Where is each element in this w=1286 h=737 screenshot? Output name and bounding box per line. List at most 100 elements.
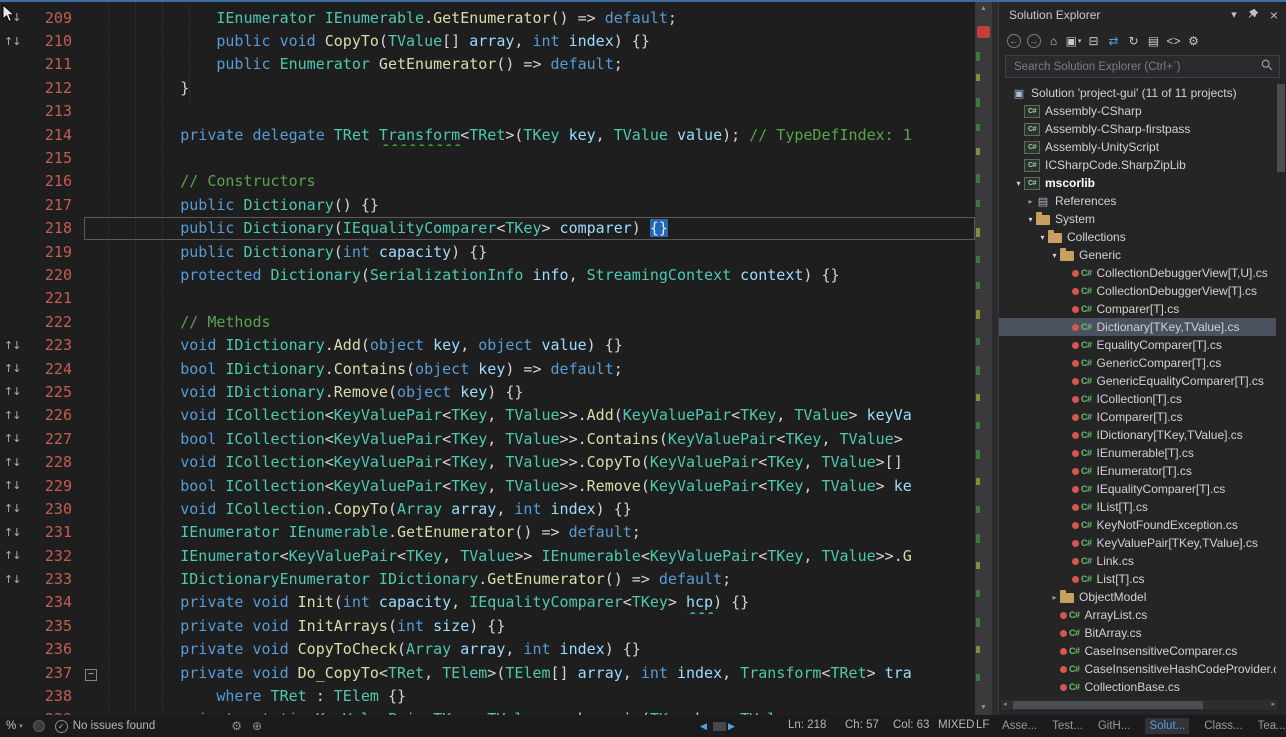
line-number[interactable]: 215 [28,149,84,167]
tree-item[interactable]: C#BitArray.cs [999,624,1276,642]
tree-horizontal-scrollbar[interactable]: ◂ ▸ [1001,700,1277,710]
code-line[interactable]: 237private void Do_CopyTo<TRet, TElem>(T… [0,661,975,684]
fold-collapse-icon[interactable]: − [85,669,97,681]
tree-item[interactable]: ▸▤References [999,192,1276,210]
line-number[interactable]: 234 [28,593,84,611]
tree-item[interactable]: C#IList[T].cs [999,498,1276,516]
show-all-files-icon[interactable]: ▤ [1144,31,1163,50]
tree-item[interactable]: C#KeyValuePair[TKey,TValue].cs [999,534,1276,552]
window-menu-icon[interactable]: ▾ [1231,10,1237,21]
code-line[interactable]: ↑↓224bool IDictionary.Contains(object ke… [0,357,975,380]
tools-icon[interactable]: ⚙ [231,719,242,733]
tree-item[interactable]: C#CollectionDebuggerView[T,U].cs [999,264,1276,282]
line-number[interactable]: 228 [28,453,84,471]
code-line[interactable]: 236private void CopyToCheck(Array array,… [0,638,975,661]
implements-arrows-icon[interactable]: ↑↓ [0,502,28,515]
line-number[interactable]: 221 [28,289,84,307]
code-line[interactable]: ↑↓228void ICollection<KeyValuePair<TKey,… [0,450,975,473]
status-circle-icon[interactable] [33,720,45,732]
code-editor[interactable]: ↑↓209IEnumerator IEnumerable.GetEnumerat… [0,2,992,715]
code-line[interactable]: 216// Constructors [0,170,975,193]
code-text[interactable]: private void Init(int capacity, IEqualit… [84,591,975,614]
code-text[interactable]: private void Do_CopyTo<TRet, TElem>(TEle… [84,661,975,684]
tree-item[interactable]: C#IComparer[T].cs [999,408,1276,426]
collapse-all-icon[interactable]: ⊟ [1084,31,1103,50]
properties-icon[interactable]: ⚙ [1184,31,1203,50]
caret-column-indicator[interactable]: Col: 63 [893,719,929,731]
code-text[interactable]: IEnumerator IEnumerable.GetEnumerator() … [84,521,975,544]
tree-item[interactable]: ▸ObjectModel [999,588,1276,606]
panel-tab[interactable]: Solut... [1145,718,1189,734]
code-text[interactable]: void IDictionary.Remove(object key) {} [84,380,975,403]
line-number[interactable]: 223 [28,336,84,354]
line-number[interactable]: 211 [28,55,84,73]
line-number[interactable]: 212 [28,79,84,97]
home-icon[interactable]: ⌂ [1044,31,1063,50]
search-icon[interactable] [1261,59,1273,74]
tree-item[interactable]: C#GenericComparer[T].cs [999,354,1276,372]
panel-tab[interactable]: Asse... [1002,720,1037,732]
tree-item[interactable]: C#Assembly-CSharp [999,102,1276,120]
line-number[interactable]: 222 [28,313,84,331]
code-line[interactable]: 235private void InitArrays(int size) {} [0,614,975,637]
line-number[interactable]: 236 [28,640,84,658]
code-line[interactable]: ↑↓225void IDictionary.Remove(object key)… [0,380,975,403]
code-text[interactable] [84,287,975,310]
code-text[interactable]: private delegate TRet Transform<TRet>(TK… [84,123,975,146]
code-text[interactable]: IEnumerator IEnumerable.GetEnumerator() … [84,6,975,29]
code-line[interactable]: 220protected Dictionary(SerializationInf… [0,263,975,286]
tree-item[interactable]: C#EqualityComparer[T].cs [999,336,1276,354]
chevron-expanded-icon[interactable]: ▾ [1037,233,1048,242]
line-number[interactable]: 213 [28,102,84,120]
tree-item[interactable]: C#List[T].cs [999,570,1276,588]
code-line[interactable]: 213 [0,100,975,123]
caret-char-indicator[interactable]: Ch: 57 [845,719,879,731]
tree-item[interactable]: C#Assembly-UnityScript [999,138,1276,156]
scrollbar-down-icon[interactable]: ▼ [975,701,992,715]
pin-icon[interactable] [1248,8,1259,22]
code-line[interactable]: 211public Enumerator GetEnumerator() => … [0,53,975,76]
chevron-collapsed-icon[interactable]: ▸ [1049,593,1060,602]
tree-item[interactable]: C#ArrayList.cs [999,606,1276,624]
line-number[interactable]: 227 [28,430,84,448]
code-line[interactable]: ↑↓226void ICollection<KeyValuePair<TKey,… [0,404,975,427]
code-text[interactable] [84,146,975,169]
view-code-icon[interactable]: <> [1164,31,1183,50]
code-line[interactable]: ↑↓210public void CopyTo(TValue[] array, … [0,29,975,52]
implements-arrows-icon[interactable]: ↑↓ [0,339,28,352]
line-number[interactable]: 237 [28,664,84,682]
hscroll-thumb[interactable] [1013,701,1203,709]
code-line[interactable]: 218public Dictionary(IEqualityComparer<T… [0,217,975,240]
tree-scrollbar-thumb[interactable] [1277,84,1285,172]
code-line[interactable]: 219public Dictionary(int capacity) {} [0,240,975,263]
sync-with-active-document-icon[interactable]: ⇄ [1104,31,1123,50]
line-number[interactable]: 232 [28,547,84,565]
code-line[interactable]: ↑↓232IEnumerator<KeyValuePair<TKey, TVal… [0,544,975,567]
tree-item[interactable]: ▾Generic [999,246,1276,264]
editor-scrollbar[interactable]: ▲ ▼ [975,2,992,715]
code-text[interactable]: } [84,76,975,99]
hscroll-left-icon[interactable]: ◀ [700,721,707,732]
code-text[interactable]: IEnumerator<KeyValuePair<TKey, TValue>> … [84,544,975,567]
line-number[interactable]: 238 [28,687,84,705]
code-text[interactable]: public Enumerator GetEnumerator() => def… [84,53,975,76]
chevron-collapsed-icon[interactable]: ▸ [1025,197,1036,206]
code-text[interactable]: // Methods [84,310,975,333]
scroll-right-icon[interactable]: ▸ [1271,700,1275,710]
code-line[interactable]: ↑↓230void ICollection.CopyTo(Array array… [0,497,975,520]
line-number[interactable]: 214 [28,126,84,144]
code-line[interactable]: ↑↓209IEnumerator IEnumerable.GetEnumerat… [0,6,975,29]
tree-item[interactable]: C#CollectionDebuggerView[T].cs [999,282,1276,300]
code-line[interactable]: ↑↓223void IDictionary.Add(object key, ob… [0,333,975,356]
code-text[interactable]: public Dictionary() {} [84,193,975,216]
code-line[interactable]: 234private void Init(int capacity, IEqua… [0,591,975,614]
implements-arrows-icon[interactable]: ↑↓ [0,573,28,586]
line-number[interactable]: 216 [28,172,84,190]
tree-item[interactable]: C#CaseInsensitiveHashCodeProvider.cs [999,660,1276,678]
code-line[interactable]: 222// Methods [0,310,975,333]
code-text[interactable]: void ICollection<KeyValuePair<TKey, TVal… [84,450,975,473]
code-text[interactable]: public Dictionary(IEqualityComparer<TKey… [84,217,975,240]
tree-item[interactable]: C#CaseInsensitiveComparer.cs [999,642,1276,660]
code-line[interactable]: ↑↓233IDictionaryEnumerator IDictionary.G… [0,567,975,590]
attach-icon[interactable]: ⊕ [252,719,262,733]
